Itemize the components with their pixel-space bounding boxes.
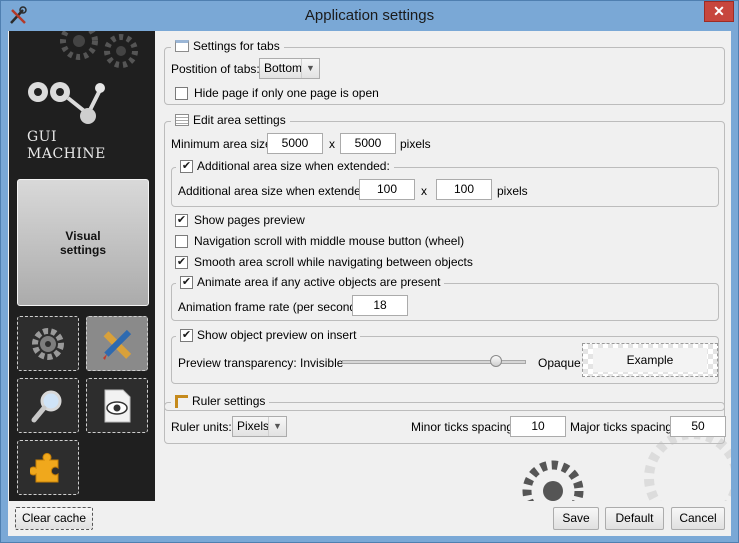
tab-position-value: Bottom bbox=[264, 61, 303, 75]
window-title: Application settings bbox=[304, 7, 435, 24]
checkbox-box bbox=[175, 234, 188, 248]
ext-height-input[interactable]: 100 bbox=[436, 179, 492, 200]
tabs-group-title: Settings for tabs bbox=[171, 39, 284, 53]
cancel-button[interactable]: Cancel bbox=[671, 507, 725, 530]
visual-settings-label-2: settings bbox=[59, 242, 106, 257]
checkbox-box: ✔ bbox=[175, 213, 188, 227]
min-width-input[interactable]: 5000 bbox=[267, 133, 323, 154]
visual-settings-card[interactable]: Visual settings bbox=[17, 179, 149, 306]
animate-area-group: ✔ Animate area if any active objects are… bbox=[171, 275, 719, 321]
major-ticks-input[interactable]: 50 bbox=[670, 416, 726, 437]
settings-panel: Settings for tabs Postition of tabs: Bot… bbox=[158, 31, 731, 501]
opaque-label: Opaque bbox=[538, 356, 581, 370]
minor-ticks-label: Minor ticks spacing: bbox=[411, 420, 517, 434]
edit-group-title: Edit area settings bbox=[171, 113, 290, 127]
magnifier-icon bbox=[31, 390, 62, 422]
smooth-scroll-checkbox[interactable]: ✔ Smooth area scroll while navigating be… bbox=[175, 255, 473, 269]
object-preview-title: Show object preview on insert bbox=[197, 328, 357, 342]
min-area-label: Minimum area size: bbox=[171, 137, 276, 151]
extended-area-title: Additional area size when extended: bbox=[197, 159, 390, 173]
animate-area-title: Animate area if any active objects are p… bbox=[197, 275, 441, 289]
edit-area-icon bbox=[175, 114, 189, 126]
ext-times-label: x bbox=[421, 184, 427, 198]
edit-group-label: Edit area settings bbox=[193, 113, 286, 127]
checkbox-box: ✔ bbox=[180, 328, 193, 342]
min-times-label: x bbox=[329, 137, 335, 151]
tile-gear[interactable] bbox=[17, 316, 79, 371]
ruler-group-label: Ruler settings bbox=[192, 394, 266, 408]
document-eye-icon bbox=[104, 389, 131, 422]
animate-area-checkbox[interactable]: ✔ Animate area if any active objects are… bbox=[176, 275, 445, 289]
tabs-group-label: Settings for tabs bbox=[193, 39, 280, 53]
ext-width-input[interactable]: 100 bbox=[359, 179, 415, 200]
tab-position-select[interactable]: Bottom ▼ bbox=[259, 58, 320, 79]
ext-unit-label: pixels bbox=[497, 184, 528, 198]
pencil-ruler-icon bbox=[103, 329, 132, 360]
min-height-input[interactable]: 5000 bbox=[340, 133, 396, 154]
example-label: Example bbox=[593, 348, 707, 372]
title-bar: Application settings ✕ bbox=[1, 1, 738, 31]
major-ticks-label: Major ticks spacing: bbox=[570, 420, 676, 434]
close-button[interactable]: ✕ bbox=[704, 1, 734, 22]
client-area: GUI MACHINE Visual settings Settings for… bbox=[8, 31, 731, 536]
logo-icon bbox=[28, 82, 105, 124]
show-pages-preview-checkbox[interactable]: ✔ Show pages preview bbox=[175, 213, 305, 227]
min-unit-label: pixels bbox=[400, 137, 431, 151]
ruler-icon bbox=[175, 394, 188, 408]
tile-pencil-ruler[interactable] bbox=[86, 316, 148, 371]
button-bar: Clear cache Save Default Cancel bbox=[8, 501, 731, 536]
checkbox-box: ✔ bbox=[180, 275, 193, 289]
tile-magnifier[interactable] bbox=[17, 378, 79, 433]
hide-single-page-label: Hide page if only one page is open bbox=[194, 86, 379, 100]
ruler-group-title: Ruler settings bbox=[171, 394, 270, 408]
puzzle-icon bbox=[30, 452, 59, 482]
ruler-units-value: Pixels bbox=[237, 419, 270, 433]
checkbox-box bbox=[175, 86, 188, 100]
chevron-down-icon: ▼ bbox=[268, 417, 286, 436]
hide-single-page-checkbox[interactable]: Hide page if only one page is open bbox=[175, 86, 379, 100]
logo-line-1: GUI bbox=[27, 129, 58, 145]
gear-icon bbox=[32, 327, 64, 360]
tabs-settings-group: Settings for tabs Postition of tabs: Bot… bbox=[164, 39, 725, 105]
minor-ticks-input[interactable]: 10 bbox=[510, 416, 566, 437]
extended-area-group: ✔ Additional area size when extended: Ad… bbox=[171, 159, 719, 207]
checkbox-box: ✔ bbox=[180, 159, 193, 173]
ruler-settings-group: Ruler settings Ruler units: Pixels ▼ Min… bbox=[164, 394, 726, 444]
settings-window: Application settings ✕ GUI MACHINE Visua… bbox=[0, 0, 739, 543]
ruler-units-label: Ruler units: bbox=[171, 420, 232, 434]
clear-cache-button[interactable]: Clear cache bbox=[15, 507, 93, 530]
visual-settings-label-1: Visual bbox=[65, 228, 101, 243]
save-button[interactable]: Save bbox=[553, 507, 599, 530]
nav-scroll-label: Navigation scroll with middle mouse butt… bbox=[194, 234, 465, 248]
default-button[interactable]: Default bbox=[605, 507, 664, 530]
nav-scroll-checkbox[interactable]: Navigation scroll with middle mouse butt… bbox=[175, 234, 464, 248]
anim-rate-input[interactable]: 18 bbox=[352, 295, 408, 316]
transparency-slider[interactable] bbox=[342, 354, 526, 370]
tile-document-eye[interactable] bbox=[86, 378, 148, 433]
edit-area-group: Edit area settings Minimum area size: 50… bbox=[164, 113, 725, 411]
tab-position-label: Postition of tabs: bbox=[171, 62, 260, 76]
sidebar: GUI MACHINE Visual settings bbox=[9, 31, 155, 501]
ruler-units-select[interactable]: Pixels ▼ bbox=[232, 416, 287, 437]
example-preview: Example bbox=[582, 343, 718, 377]
transparency-label: Preview transparency: Invisible bbox=[178, 356, 344, 370]
tile-puzzle[interactable] bbox=[17, 440, 79, 495]
checkbox-box: ✔ bbox=[175, 255, 188, 269]
tabs-icon bbox=[175, 40, 189, 52]
slider-thumb[interactable] bbox=[490, 355, 502, 367]
object-preview-group: ✔ Show object preview on insert Preview … bbox=[171, 328, 719, 384]
chevron-down-icon: ▼ bbox=[301, 59, 319, 78]
anim-rate-label: Animation frame rate (per second): bbox=[178, 300, 364, 314]
extended-area-checkbox[interactable]: ✔ Additional area size when extended: bbox=[176, 159, 394, 173]
show-pages-preview-label: Show pages preview bbox=[194, 213, 305, 227]
ext-size-label: Additional area size when extended: bbox=[178, 184, 371, 198]
smooth-scroll-label: Smooth area scroll while navigating betw… bbox=[194, 255, 473, 269]
logo-text: GUI MACHINE bbox=[27, 129, 106, 163]
logo-line-2: MACHINE bbox=[27, 146, 106, 162]
object-preview-checkbox[interactable]: ✔ Show object preview on insert bbox=[176, 328, 361, 342]
